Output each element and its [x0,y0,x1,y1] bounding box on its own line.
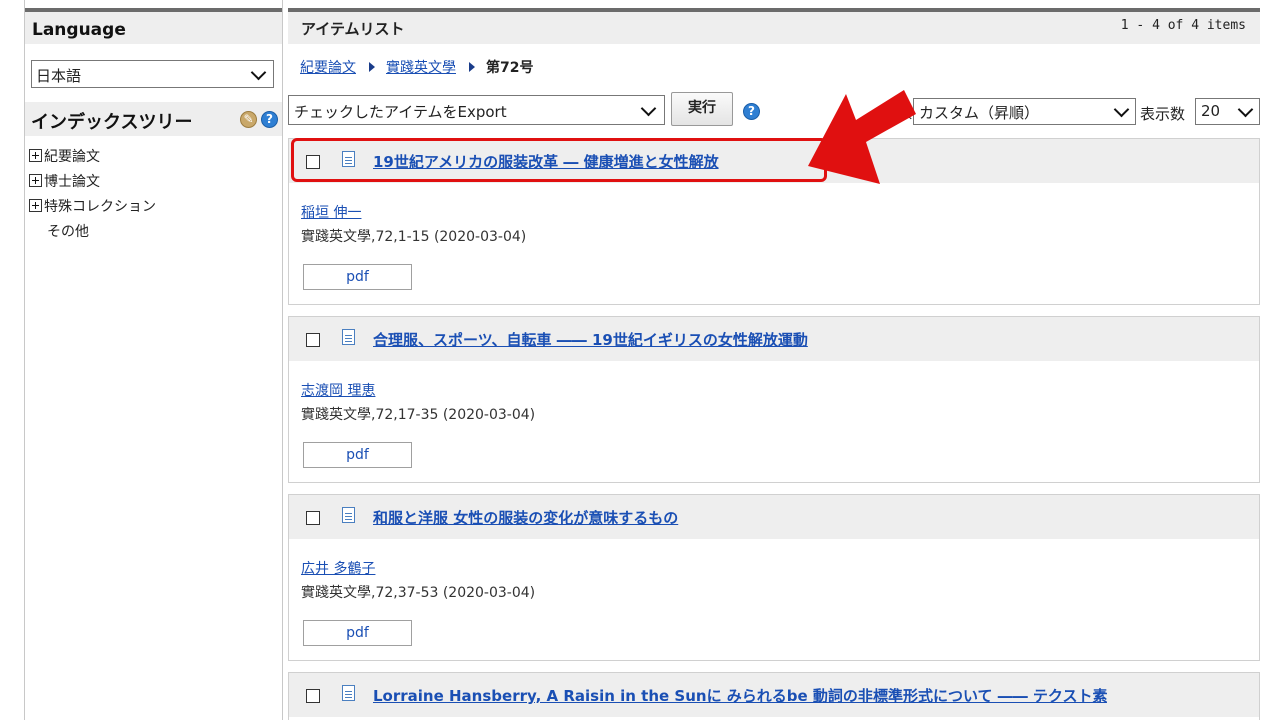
red-arrow-icon [808,90,916,184]
item-count: 1 - 4 of 4 items [1120,18,1246,33]
tree-item-special-collection[interactable]: 特殊コレクション [29,196,156,221]
tree-item-other[interactable]: その他 [29,221,156,246]
list-item: 和服と洋服 女性の服装の変化が意味するもの 広井 多鶴子 實踐英文學,72,37… [288,494,1260,661]
list-item-header: Lorraine Hansberry, A Raisin in the Sunに… [289,673,1259,717]
pdf-button[interactable]: pdf [303,620,412,646]
list-item-header: 和服と洋服 女性の服装の変化が意味するもの [289,495,1259,539]
toolbar: チェックしたアイテムをExport 実行 ? 順 カスタム（昇順） 表示数 20 [288,92,1260,127]
item-author-link[interactable]: 広井 多鶴子 [301,558,375,578]
question-icon[interactable]: ? [743,103,760,120]
breadcrumb-link-kiyo[interactable]: 紀要論文 [300,60,356,76]
expand-plus-icon[interactable] [29,149,42,162]
sort-select-value: カスタム（昇順） [919,104,1040,122]
language-select-value: 日本語 [36,67,82,85]
item-list-title: アイテムリスト [301,20,405,38]
tree-item-hakase[interactable]: 博士論文 [29,171,156,196]
language-header: Language [25,8,282,44]
item-meta: 實踐英文學,72,1-15 (2020-03-04) [301,229,527,245]
index-tree-title: インデックスツリー [31,112,193,133]
tree-item-label: 特殊コレクション [44,199,156,215]
highlight-box [291,138,827,182]
export-select[interactable]: チェックしたアイテムをExport [288,95,665,125]
chevron-down-icon [1113,101,1130,118]
perpage-select[interactable]: 20 [1195,98,1260,125]
list-item-header: 合理服、スポーツ、自転車 ―― 19世紀イギリスの女性解放運動 [289,317,1259,361]
item-author-link[interactable]: 志渡岡 理恵 [301,380,375,400]
chevron-down-icon [640,100,657,117]
run-button[interactable]: 実行 [671,92,733,126]
item-title-link[interactable]: Lorraine Hansberry, A Raisin in the Sunに… [373,685,1107,706]
item-title-link[interactable]: 合理服、スポーツ、自転車 ―― 19世紀イギリスの女性解放運動 [373,329,808,350]
expand-plus-icon[interactable] [29,199,42,212]
pdf-button[interactable]: pdf [303,264,412,290]
item-checkbox[interactable] [306,333,320,347]
pdf-button[interactable]: pdf [303,442,412,468]
perpage-label: 表示数 [1140,105,1186,123]
chevron-down-icon [250,64,267,81]
chevron-down-icon [1237,101,1254,118]
item-list-panel: アイテムリスト 1 - 4 of 4 items 紀要論文 實踐英文學 第72号 チ… [288,0,1260,720]
index-tree-header: インデックスツリー ✎ ? [25,102,282,136]
list-item: 合理服、スポーツ、自転車 ―― 19世紀イギリスの女性解放運動 志渡岡 理恵 實… [288,316,1260,483]
list-item: Lorraine Hansberry, A Raisin in the Sunに… [288,672,1260,720]
document-icon [342,329,355,345]
language-select[interactable]: 日本語 [31,60,274,88]
item-checkbox[interactable] [306,511,320,525]
wrench-icon[interactable]: ✎ [240,111,257,128]
tree-item-label: 博士論文 [44,174,100,190]
breadcrumb: 紀要論文 實踐英文學 第72号 [300,57,533,77]
tree-item-kiyo[interactable]: 紀要論文 [29,146,156,171]
question-icon[interactable]: ? [261,111,278,128]
index-tree: 紀要論文 博士論文 特殊コレクション その他 [29,146,156,246]
sort-select[interactable]: カスタム（昇順） [913,98,1136,125]
sidebar: Language 日本語 インデックスツリー ✎ ? 紀要論文 博士論文 特殊コ… [24,0,283,720]
breadcrumb-current: 第72号 [486,60,534,76]
item-meta: 實踐英文學,72,37-53 (2020-03-04) [301,585,536,601]
breadcrumb-arrow-icon [469,62,475,72]
document-icon [342,507,355,523]
tree-item-label: 紀要論文 [44,149,100,165]
breadcrumb-arrow-icon [369,62,375,72]
language-header-label: Language [32,20,126,40]
item-checkbox[interactable] [306,689,320,703]
export-select-value: チェックしたアイテムをExport [294,103,507,121]
item-title-link[interactable]: 和服と洋服 女性の服装の変化が意味するもの [373,507,678,528]
item-meta: 實踐英文學,72,17-35 (2020-03-04) [301,407,536,423]
item-list-header: アイテムリスト 1 - 4 of 4 items [288,8,1260,44]
document-icon [342,685,355,701]
tree-item-label: その他 [47,224,89,240]
breadcrumb-link-jissen[interactable]: 實踐英文學 [386,60,456,76]
perpage-select-value: 20 [1201,102,1221,120]
item-author-link[interactable]: 稲垣 伸一 [301,202,361,222]
expand-plus-icon[interactable] [29,174,42,187]
